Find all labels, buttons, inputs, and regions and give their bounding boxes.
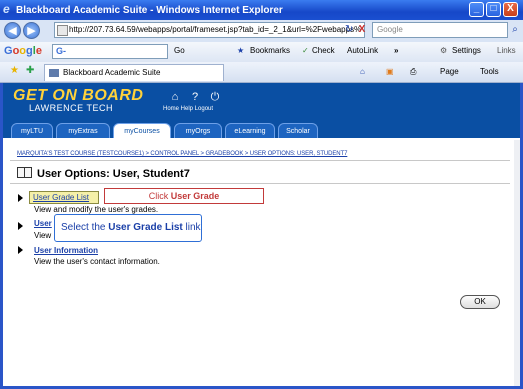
back-button[interactable]: ◀ xyxy=(4,22,21,39)
add-favorites-icon[interactable]: ✚ xyxy=(26,65,34,76)
maximize-button[interactable]: □ xyxy=(486,2,501,17)
links-button[interactable]: Links xyxy=(497,46,516,55)
tab-elearning[interactable]: eLearning xyxy=(225,123,275,138)
window-title: Blackboard Academic Suite - Windows Inte… xyxy=(16,5,283,16)
brand-subtitle: LAWRENCE TECH xyxy=(29,103,114,113)
ok-button[interactable]: OK xyxy=(460,295,500,309)
option-desc: View the user's contact information. xyxy=(34,257,160,266)
tab-page-icon xyxy=(49,69,59,77)
user-option-link[interactable]: User xyxy=(34,219,52,228)
tools-menu[interactable]: Tools xyxy=(480,67,499,76)
divider xyxy=(10,183,510,184)
close-button[interactable]: X xyxy=(503,2,518,17)
callout-text: Click xyxy=(148,191,171,201)
address-input[interactable]: http://207.73.64.59/webapps/portal/frame… xyxy=(54,22,365,38)
go-button[interactable]: Go xyxy=(174,46,185,55)
google-toolbar: Google G- Go ★ Bookmarks ✓ Check AutoLin… xyxy=(0,42,523,63)
check-button[interactable]: Check xyxy=(312,46,335,55)
option-desc: View xyxy=(34,231,52,240)
breadcrumb[interactable]: MARQUITA'S TEST COURSE (TESTCOURSE1) > C… xyxy=(17,151,347,157)
google-logo: Google xyxy=(4,45,42,57)
google-g-label: G- xyxy=(56,46,66,56)
settings-button[interactable]: Settings xyxy=(452,46,481,55)
arrow-icon xyxy=(18,246,23,254)
forward-button[interactable]: ▶ xyxy=(23,22,40,39)
tab-blackboard[interactable]: Blackboard Academic Suite xyxy=(44,64,224,81)
option-desc: View and modify the user's grades. xyxy=(34,205,159,214)
user-information-link[interactable]: User Information xyxy=(34,246,98,255)
favorites-star-icon[interactable]: ★ xyxy=(10,65,19,76)
google-search-input[interactable]: G- xyxy=(52,44,168,59)
tab-myltu[interactable]: myLTU xyxy=(11,123,53,138)
search-icon[interactable]: ⌕ xyxy=(510,23,520,37)
divider xyxy=(10,160,510,161)
settings-gear-icon: ⚙ xyxy=(440,46,448,55)
ie-logo-icon: e xyxy=(3,2,10,16)
page-title: User Options: User, Student7 xyxy=(37,168,190,180)
click-callout: Click User Grade xyxy=(104,188,264,204)
callout-target: User Grade List xyxy=(108,222,183,233)
vertical-scrollbar[interactable] xyxy=(514,140,520,386)
arrow-icon xyxy=(18,222,23,230)
select-callout: Select the User Grade List link xyxy=(54,214,202,242)
address-row: ◀ ▶ http://207.73.64.59/webapps/portal/f… xyxy=(0,20,523,43)
help-header-icon[interactable]: ? xyxy=(188,91,202,103)
refresh-icon[interactable]: ↻ xyxy=(345,23,353,37)
tab-mycourses[interactable]: myCourses xyxy=(113,123,171,138)
logout-header-icon[interactable]: ⏻ xyxy=(208,91,222,103)
bookmarks-button[interactable]: Bookmarks xyxy=(250,46,290,55)
page-icon xyxy=(57,25,68,36)
minimize-button[interactable]: _ xyxy=(469,2,484,17)
home-header-icon[interactable]: ⌂ xyxy=(168,91,182,103)
callout-target: User Grade xyxy=(170,191,220,201)
arrow-icon xyxy=(18,194,23,202)
search-input[interactable]: Google xyxy=(372,22,508,38)
tab-row: ★ ✚ Blackboard Academic Suite ⌂ ▣ ⎙ Page… xyxy=(0,62,523,83)
page-menu[interactable]: Page xyxy=(440,67,459,76)
tab-myorgs[interactable]: myOrgs xyxy=(174,123,222,138)
callout-text: link xyxy=(182,222,201,233)
title-bar: e Blackboard Academic Suite - Windows In… xyxy=(0,0,523,20)
address-url: http://207.73.64.59/webapps/portal/frame… xyxy=(69,25,362,34)
feeds-icon[interactable]: ▣ xyxy=(386,67,394,76)
tab-label: Blackboard Academic Suite xyxy=(63,68,161,77)
book-icon xyxy=(17,167,32,178)
header-links[interactable]: Home Help Logout xyxy=(163,106,213,112)
callout-text: Select the xyxy=(61,222,109,233)
autolink-button[interactable]: AutoLink xyxy=(347,46,378,55)
user-grade-list-link[interactable]: User Grade List xyxy=(29,191,99,204)
home-icon[interactable]: ⌂ xyxy=(360,67,365,76)
print-icon[interactable]: ⎙ xyxy=(410,67,416,77)
tab-myextras[interactable]: myExtras xyxy=(56,123,110,138)
more-chevron-icon[interactable]: » xyxy=(394,46,398,55)
stop-icon[interactable]: X xyxy=(357,23,367,37)
check-icon: ✓ xyxy=(302,46,309,55)
bookmarks-star-icon: ★ xyxy=(237,46,245,55)
tab-scholar[interactable]: Scholar xyxy=(278,123,318,138)
blackboard-banner: GET ON BOARD LAWRENCE TECH ⌂ ? ⏻ Home He… xyxy=(3,83,520,138)
